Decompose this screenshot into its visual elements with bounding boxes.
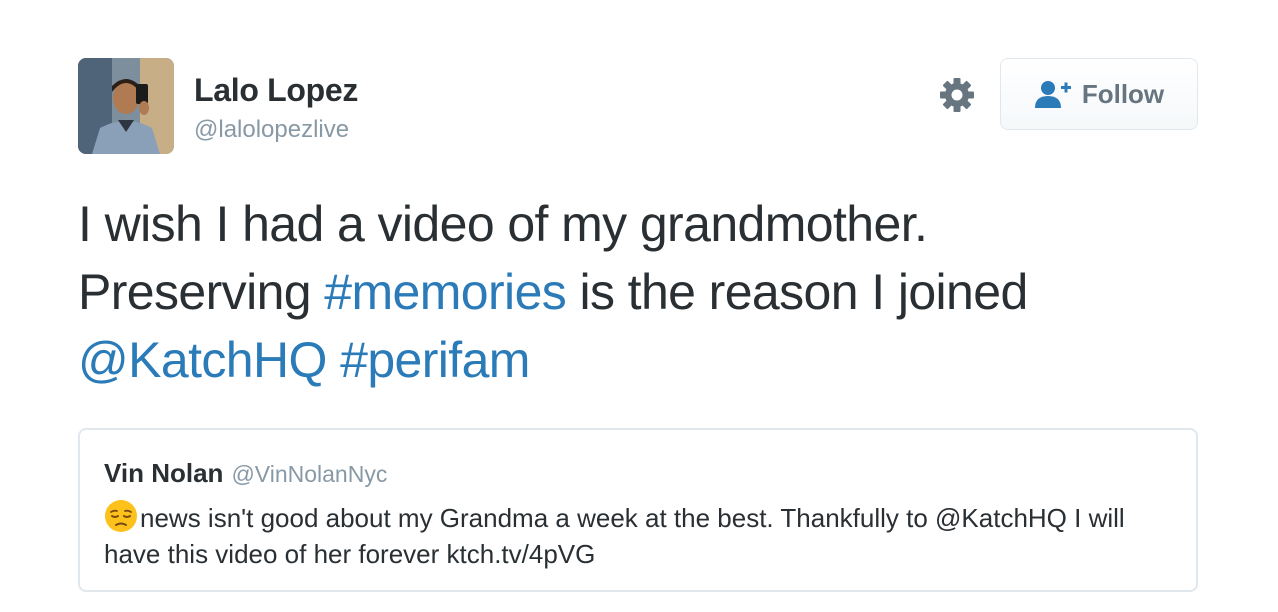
tweet-text: I wish I had a video of my grandmother. … — [78, 190, 1218, 394]
tweet-text-line-2: Preserving #memories is the reason I joi… — [78, 258, 1218, 326]
avatar-photo — [78, 58, 174, 154]
tweet-text-segment: is the reason I joined — [566, 264, 1028, 320]
tweet-text-line-1: I wish I had a video of my grandmother. — [78, 196, 928, 252]
quoted-tweet-card[interactable]: Vin Nolan @VinNolanNyc news isn't good a… — [78, 428, 1198, 592]
follow-label: Follow — [1081, 78, 1165, 109]
mention-katchhq[interactable]: @KatchHQ — [78, 332, 327, 388]
author-handle[interactable]: @lalolopezlive — [194, 116, 349, 144]
gear-icon[interactable] — [938, 76, 976, 114]
quoted-author-name[interactable]: Vin Nolan — [104, 458, 223, 489]
tweet-text-segment: Preserving — [78, 264, 325, 320]
author-avatar[interactable] — [78, 58, 174, 154]
tweet-text-segment — [327, 332, 340, 388]
pensive-face-emoji — [105, 500, 137, 532]
follow-button[interactable]: Follow — [1000, 58, 1198, 130]
add-user-icon — [1034, 81, 1071, 108]
tweet-text-line-3: @KatchHQ #perifam — [78, 326, 1218, 394]
quoted-tweet-text: news isn't good about my Grandma a week … — [104, 499, 1174, 572]
author-name[interactable]: Lalo Lopez — [194, 72, 358, 109]
quoted-tweet-body: news isn't good about my Grandma a week … — [104, 503, 1125, 569]
tweet-card: Lalo Lopez @lalolopezlive Follow I wish … — [0, 0, 1278, 612]
hashtag-memories[interactable]: #memories — [324, 264, 566, 320]
hashtag-perifam[interactable]: #perifam — [340, 332, 530, 388]
quoted-tweet-header: Vin Nolan @VinNolanNyc — [104, 458, 1172, 489]
quoted-author-handle[interactable]: @VinNolanNyc — [231, 461, 387, 488]
